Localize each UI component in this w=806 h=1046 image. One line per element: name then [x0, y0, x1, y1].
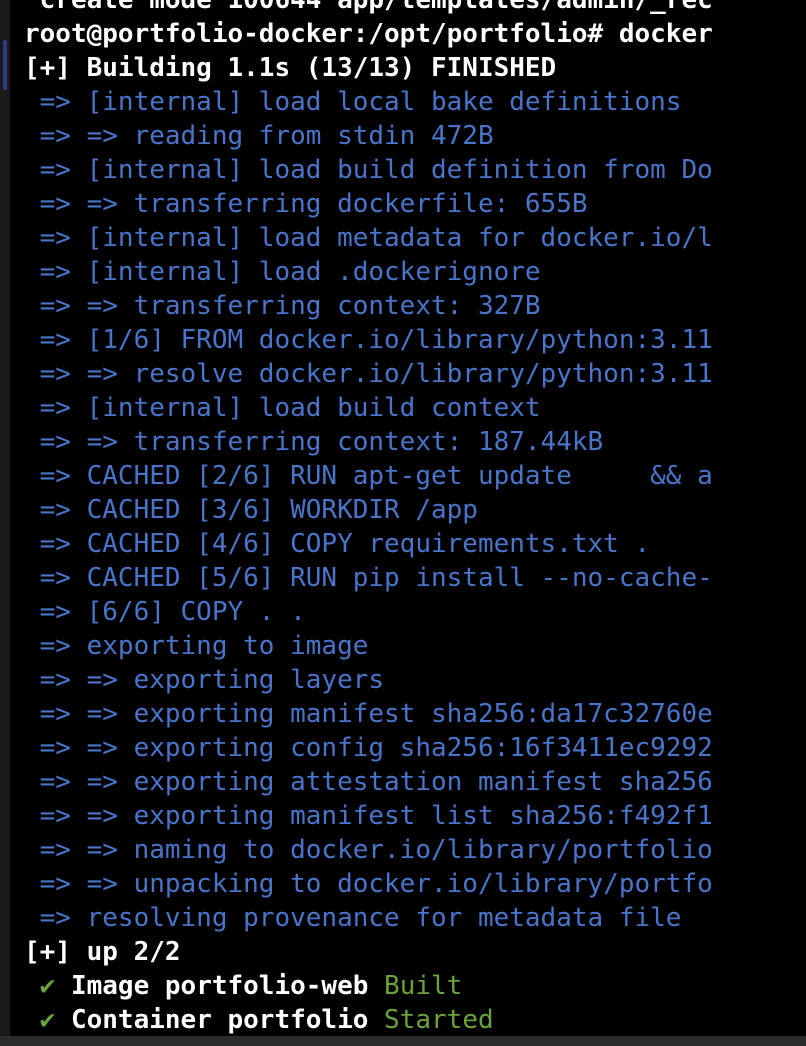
terminal-line: => => resolve docker.io/library/python:3…	[24, 357, 713, 391]
terminal-line: => CACHED [5/6] RUN pip install --no-cac…	[24, 561, 713, 595]
build-step: => CACHED [5/6] RUN pip install --no-cac…	[24, 563, 713, 593]
terminal-line: => [internal] load .dockerignore	[24, 255, 713, 289]
status-state: Built	[384, 971, 463, 1001]
checkmark-icon: ✔	[24, 971, 71, 1001]
terminal-line: ✔ Container portfolio Started	[24, 1003, 713, 1037]
terminal-line: => exporting to image	[24, 629, 713, 663]
terminal-line: => => exporting layers	[24, 663, 713, 697]
terminal-line: => CACHED [4/6] COPY requirements.txt .	[24, 527, 713, 561]
build-step: => [internal] load build definition from…	[24, 155, 713, 185]
build-step: create mode 100644 app/templates/admin/_…	[24, 0, 713, 15]
terminal-line: [+] up 2/2	[24, 935, 713, 969]
left-gutter	[0, 0, 10, 1046]
build-step: => [internal] load .dockerignore	[24, 257, 541, 287]
terminal-line: => CACHED [2/6] RUN apt-get update && a	[24, 459, 713, 493]
build-step: => CACHED [2/6] RUN apt-get update && a	[24, 461, 713, 491]
terminal-line: => [internal] load build context	[24, 391, 713, 425]
build-step: => => resolve docker.io/library/python:3…	[24, 359, 713, 389]
section-header: [+] up 2/2	[24, 937, 181, 967]
build-step: => => exporting manifest sha256:da17c327…	[24, 699, 713, 729]
horizontal-scrollbar[interactable]	[0, 1036, 806, 1046]
build-step: => CACHED [4/6] COPY requirements.txt .	[24, 529, 651, 559]
build-step: => [1/6] FROM docker.io/library/python:3…	[24, 325, 713, 355]
terminal-line: create mode 100644 app/templates/admin/_…	[24, 0, 713, 17]
terminal-line: => => reading from stdin 472B	[24, 119, 713, 153]
terminal-line: => => transferring context: 187.44kB	[24, 425, 713, 459]
terminal-line: => => exporting attestation manifest sha…	[24, 765, 713, 799]
terminal-output: create mode 100644 app/templates/admin/_…	[24, 0, 713, 1037]
build-step: => => reading from stdin 472B	[24, 121, 494, 151]
terminal-line: ✔ Image portfolio-web Built	[24, 969, 713, 1003]
terminal-line: => => exporting manifest list sha256:f49…	[24, 799, 713, 833]
status-label: Image portfolio-web	[70, 971, 385, 1001]
build-step: => => unpacking to docker.io/library/por…	[24, 869, 713, 899]
build-step: => [internal] load local bake definition…	[24, 87, 682, 117]
terminal-line: => => transferring dockerfile: 655B	[24, 187, 713, 221]
terminal-line: => [internal] load metadata for docker.i…	[24, 221, 713, 255]
build-step: => => exporting manifest list sha256:f49…	[24, 801, 713, 831]
terminal-line: => => exporting config sha256:16f3411ec9…	[24, 731, 713, 765]
terminal-window[interactable]: create mode 100644 app/templates/admin/_…	[0, 0, 806, 1046]
terminal-line: => => exporting manifest sha256:da17c327…	[24, 697, 713, 731]
build-step: => [internal] load build context	[24, 393, 541, 423]
build-step: => CACHED [3/6] WORKDIR /app	[24, 495, 478, 525]
terminal-line: [+] Building 1.1s (13/13) FINISHED	[24, 51, 713, 85]
build-step: => => naming to docker.io/library/portfo…	[24, 835, 713, 865]
build-step: => => transferring context: 187.44kB	[24, 427, 604, 457]
terminal-line: => [internal] load local bake definition…	[24, 85, 713, 119]
build-step: => exporting to image	[24, 631, 369, 661]
terminal-line: => => naming to docker.io/library/portfo…	[24, 833, 713, 867]
terminal-line: => [6/6] COPY . .	[24, 595, 713, 629]
section-header: [+] Building 1.1s (13/13) FINISHED	[24, 53, 557, 83]
command-prompt: root@portfolio-docker:/opt/portfolio# do…	[24, 19, 713, 49]
scrollbar-thumb[interactable]	[3, 40, 7, 90]
terminal-line: => [internal] load build definition from…	[24, 153, 713, 187]
build-step: => resolving provenance for metadata fil…	[24, 903, 682, 933]
terminal-line: => resolving provenance for metadata fil…	[24, 901, 713, 935]
build-step: => => exporting config sha256:16f3411ec9…	[24, 733, 713, 763]
terminal-line: root@portfolio-docker:/opt/portfolio# do…	[24, 17, 713, 51]
status-label: Container portfolio	[70, 1005, 385, 1035]
build-step: => => exporting layers	[24, 665, 385, 695]
build-step: => => transferring context: 327B	[24, 291, 541, 321]
checkmark-icon: ✔	[24, 1005, 71, 1035]
build-step: => [6/6] COPY . .	[24, 597, 306, 627]
terminal-line: => => unpacking to docker.io/library/por…	[24, 867, 713, 901]
terminal-line: => CACHED [3/6] WORKDIR /app	[24, 493, 713, 527]
build-step: => => exporting attestation manifest sha…	[24, 767, 713, 797]
status-state: Started	[384, 1005, 494, 1035]
build-step: => => transferring dockerfile: 655B	[24, 189, 588, 219]
terminal-line: => [1/6] FROM docker.io/library/python:3…	[24, 323, 713, 357]
terminal-line: => => transferring context: 327B	[24, 289, 713, 323]
build-step: => [internal] load metadata for docker.i…	[24, 223, 713, 253]
